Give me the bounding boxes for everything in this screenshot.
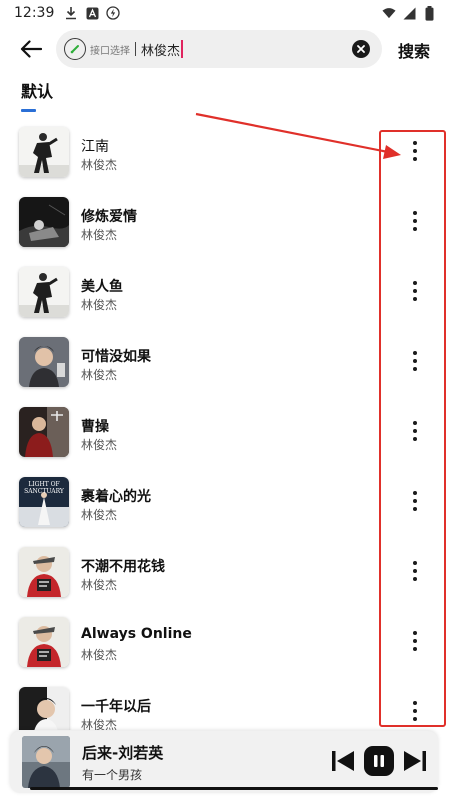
more-options-icon[interactable] [405,419,425,443]
sanctuary-cover-art: LIGHT OFSANCTUARY [19,477,69,527]
tab-indicator [21,109,36,112]
next-track-button[interactable] [403,750,427,772]
song-title: 美人鱼 [81,279,123,295]
previous-track-button[interactable] [331,750,355,772]
song-title: 不潮不用花钱 [81,559,165,575]
song-artist: 林俊杰 [81,508,118,522]
pause-icon [374,755,384,767]
song-row[interactable]: 不潮不用花钱 林俊杰 [0,542,450,612]
song-title: 一千年以后 [81,699,151,715]
search-button[interactable]: 搜索 [398,38,430,62]
search-header: 接口选择 林俊杰 搜索 [0,30,450,68]
song-title: Always Online [81,626,192,642]
skip-next-icon [404,751,426,771]
wifi-icon [382,6,396,20]
song-list: 江南 林俊杰 修炼爱情 林俊杰 美人鱼 林俊杰 可惜没如果 林俊杰 曹操 林俊杰… [0,122,450,730]
more-options-icon[interactable] [405,699,425,723]
more-options-icon[interactable] [405,279,425,303]
close-icon [357,45,365,53]
back-arrow-icon [20,40,42,58]
more-options-icon[interactable] [405,209,425,233]
song-title: 可惜没如果 [81,349,151,365]
more-options-icon[interactable] [405,349,425,373]
album-cover: LIGHT OF SANCTUARY [19,477,69,527]
album-cover [19,407,69,457]
song-artist: 林俊杰 [81,578,118,592]
song-artist: 林俊杰 [81,228,118,242]
song-artist: 林俊杰 [81,298,118,312]
more-options-icon[interactable] [405,559,425,583]
album-cover [19,127,69,177]
tab-default[interactable]: 默认 [21,78,53,102]
tab-bar: 默认 [21,78,53,112]
song-artist: 林俊杰 [81,158,118,172]
song-artist: 林俊杰 [81,368,118,382]
battery-icon [422,5,436,21]
now-playing-subtitle: 有一个男孩 [82,768,143,782]
more-options-icon[interactable] [405,139,425,163]
album-cover [19,547,69,597]
play-pause-button[interactable] [364,746,394,776]
now-playing-title: 后来-刘若英 [82,744,164,762]
skip-previous-icon [332,751,354,771]
song-row[interactable]: 一千年以后 林俊杰 [0,682,450,730]
more-options-icon[interactable] [405,629,425,653]
api-select-label[interactable]: 接口选择 [90,42,130,57]
song-title: 江南 [81,139,109,155]
song-row[interactable]: 美人鱼 林俊杰 [0,262,450,332]
search-input[interactable]: 林俊杰 [141,40,180,59]
song-artist: 林俊杰 [81,438,118,452]
song-row[interactable]: 可惜没如果 林俊杰 [0,332,450,402]
api-select-icon[interactable] [64,38,86,60]
song-row[interactable]: 修炼爱情 林俊杰 [0,192,450,262]
flash-icon [106,6,121,20]
svg-text:LIGHT OF: LIGHT OF [28,481,59,488]
now-playing-cover [22,736,70,788]
album-cover [19,687,69,730]
signal-icon [402,6,416,20]
font-app-icon [85,6,99,20]
back-button[interactable] [16,34,46,64]
clear-search-button[interactable] [352,40,370,58]
album-cover [19,617,69,667]
album-cover [19,337,69,387]
status-icons-left [64,6,121,20]
album-cover [19,267,69,317]
song-row[interactable]: 曹操 林俊杰 [0,402,450,472]
more-options-icon[interactable] [405,489,425,513]
text-caret [181,40,183,58]
search-box[interactable]: 接口选择 林俊杰 [56,30,382,68]
status-icons-right [382,5,436,21]
song-artist: 林俊杰 [81,718,118,730]
album-cover [19,197,69,247]
download-icon [64,6,78,20]
song-row[interactable]: Always Online 林俊杰 [0,612,450,682]
svg-text:SANCTUARY: SANCTUARY [24,488,65,495]
song-row[interactable]: LIGHT OF SANCTUARY 裹着心的光 林俊杰 [0,472,450,542]
song-artist: 林俊杰 [81,648,118,662]
playback-progress-bar[interactable] [30,787,438,790]
search-divider [135,42,136,56]
song-title: 曹操 [81,419,109,435]
status-time: 12:39 [14,5,55,21]
song-title: 修炼爱情 [81,209,137,225]
mini-player[interactable]: 后来-刘若英 有一个男孩 [10,731,438,793]
song-title: 裹着心的光 [81,489,151,505]
song-row[interactable]: 江南 林俊杰 [0,122,450,192]
status-bar: 12:39 [0,0,450,26]
